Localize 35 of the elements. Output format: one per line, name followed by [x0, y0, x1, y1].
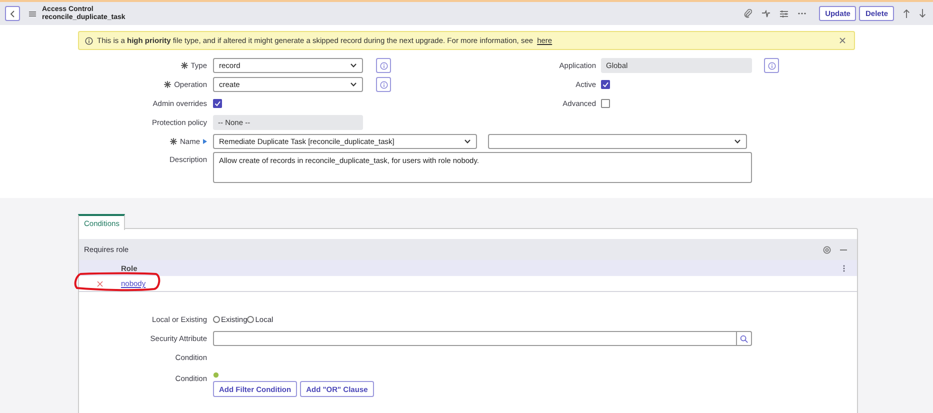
chevron-icon — [464, 139, 471, 144]
search-button[interactable] — [737, 331, 752, 346]
info-button[interactable] — [764, 58, 779, 73]
info-icon — [380, 80, 388, 88]
close-icon[interactable] — [839, 37, 846, 44]
check-icon — [214, 100, 221, 107]
menu-icon[interactable] — [29, 10, 36, 16]
info-icon — [380, 62, 388, 70]
checkbox[interactable] — [601, 80, 610, 89]
info-button[interactable] — [376, 77, 391, 92]
info-button[interactable] — [376, 58, 391, 73]
radio-button[interactable] — [247, 316, 254, 323]
check-icon — [602, 81, 609, 88]
paperclip-icon[interactable] — [744, 9, 752, 18]
info-icon — [85, 36, 93, 44]
chevron-icon — [734, 139, 741, 144]
back-button[interactable] — [5, 6, 20, 21]
reference-icon[interactable] — [203, 139, 207, 144]
checkbox[interactable] — [213, 99, 222, 108]
checkbox[interactable] — [601, 99, 610, 108]
settings-icon[interactable] — [823, 246, 831, 254]
back-icon — [10, 10, 15, 18]
search-icon — [740, 334, 748, 342]
activity-icon[interactable] — [762, 10, 770, 18]
arrow-up-icon[interactable] — [903, 9, 910, 18]
select-field[interactable] — [488, 134, 747, 149]
input-field[interactable] — [213, 331, 737, 346]
info-icon — [768, 62, 776, 70]
radio-button[interactable] — [213, 316, 220, 323]
sliders-icon[interactable] — [780, 10, 788, 18]
delete-icon[interactable] — [97, 280, 103, 286]
arrow-down-icon[interactable] — [919, 9, 926, 18]
chevron-icon — [350, 82, 357, 87]
more-icon[interactable] — [798, 12, 806, 15]
chevron-icon — [350, 63, 357, 68]
